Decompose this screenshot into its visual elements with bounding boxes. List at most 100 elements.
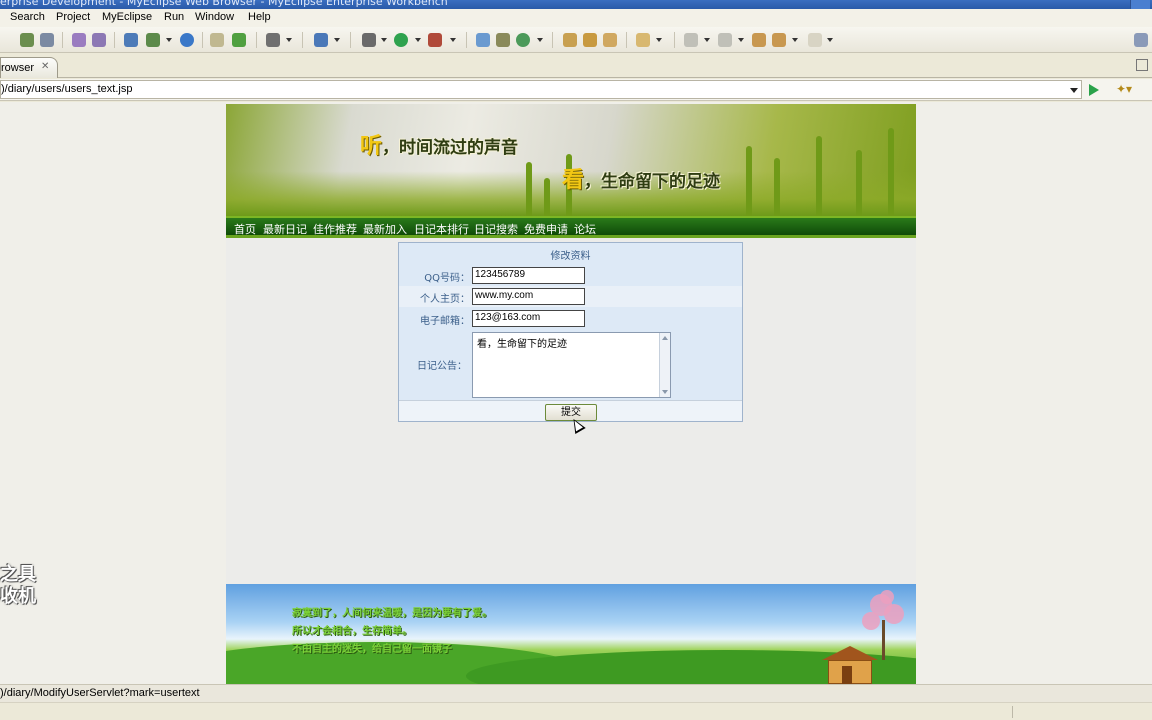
url-input[interactable]: )/diary/users/users_text.jsp bbox=[0, 80, 1082, 99]
menu-search[interactable]: Search bbox=[10, 11, 45, 23]
external-tools-icon[interactable] bbox=[428, 33, 442, 47]
menu-myeclipse[interactable]: MyEclipse bbox=[102, 11, 152, 23]
toolbar-separator bbox=[466, 32, 467, 48]
scroll-up-icon[interactable] bbox=[662, 336, 668, 340]
star-icon[interactable]: ✦▾ bbox=[1116, 82, 1132, 96]
house-decoration bbox=[822, 646, 878, 684]
toolbar-separator bbox=[350, 32, 351, 48]
close-icon[interactable]: ✕ bbox=[41, 61, 49, 72]
next-annotation-icon[interactable] bbox=[684, 33, 698, 47]
chevron-down-icon[interactable] bbox=[415, 38, 421, 42]
chevron-down-icon[interactable] bbox=[827, 38, 833, 42]
main-toolbar bbox=[0, 27, 1152, 53]
debug-icon[interactable] bbox=[20, 33, 34, 47]
open-type-icon[interactable] bbox=[563, 33, 577, 47]
menu-run[interactable]: Run bbox=[164, 11, 184, 23]
notice-textarea[interactable]: 看，生命留下的足迹 bbox=[472, 332, 671, 398]
blossom-decoration bbox=[880, 590, 894, 604]
prev-annotation-icon[interactable] bbox=[718, 33, 732, 47]
chevron-down-icon[interactable] bbox=[1070, 88, 1078, 93]
back-icon[interactable] bbox=[772, 33, 786, 47]
blossom-decoration bbox=[862, 612, 880, 630]
nav-diary-search[interactable]: 日记搜索 bbox=[474, 221, 518, 237]
homepage-label: 个人主页： bbox=[420, 294, 470, 305]
chevron-down-icon[interactable] bbox=[738, 38, 744, 42]
tree-trunk bbox=[882, 620, 885, 660]
search-icon[interactable] bbox=[603, 33, 617, 47]
status-segment bbox=[1012, 706, 1152, 718]
house-door bbox=[842, 666, 852, 684]
grass-decoration bbox=[746, 146, 752, 216]
chevron-down-icon[interactable] bbox=[286, 38, 292, 42]
page-background-right bbox=[916, 102, 1152, 684]
status-text: )/diary/ModifyUserServlet?mark=usertext bbox=[0, 687, 200, 699]
slogan-char: 看 bbox=[562, 168, 585, 193]
globe-icon[interactable] bbox=[180, 33, 194, 47]
menu-help[interactable]: Help bbox=[248, 11, 271, 23]
site-nav: 首页 最新日记 佳作推荐 最新加入 日记本排行 日记搜索 免费申请 论坛 bbox=[226, 216, 916, 238]
grass-decoration bbox=[774, 158, 780, 216]
bug-icon[interactable] bbox=[362, 33, 376, 47]
monitor-icon[interactable] bbox=[266, 33, 280, 47]
nav-recommended[interactable]: 佳作推荐 bbox=[313, 221, 357, 237]
submit-button[interactable]: 提交 bbox=[545, 404, 597, 421]
menu-window[interactable]: Window bbox=[195, 11, 234, 23]
maximize-icon[interactable] bbox=[1136, 59, 1148, 71]
browser-viewport: 听，时间流过的声音 看，生命留下的足迹 首页 最新日记 佳作推荐 最新加入 日记… bbox=[0, 102, 1152, 684]
chevron-down-icon[interactable] bbox=[450, 38, 456, 42]
open-folder-icon[interactable] bbox=[210, 33, 224, 47]
menu-bar: Search Project MyEclipse Run Window Help bbox=[0, 9, 1152, 27]
email-input[interactable]: 123@163.com bbox=[472, 310, 585, 327]
refresh-icon[interactable] bbox=[516, 33, 530, 47]
perspective-icon[interactable] bbox=[1134, 33, 1148, 47]
chevron-down-icon[interactable] bbox=[334, 38, 340, 42]
chevron-down-icon[interactable] bbox=[704, 38, 710, 42]
server-icon[interactable] bbox=[40, 33, 54, 47]
email-row: 电子邮箱： 123@163.com bbox=[399, 308, 742, 329]
folder-icon[interactable] bbox=[636, 33, 650, 47]
chevron-down-icon[interactable] bbox=[537, 38, 543, 42]
toolbar-separator bbox=[302, 32, 303, 48]
wizard2-icon[interactable] bbox=[92, 33, 106, 47]
toolbar-separator bbox=[626, 32, 627, 48]
window-titlebar: erprise Development - MyEclipse Web Brow… bbox=[0, 0, 1152, 9]
site-footer: 寂寞到了，人间何来温暖，是因为要有了爱。 所以才会相合，生存简单。 不由自主的迷… bbox=[226, 584, 916, 684]
menu-project[interactable]: Project bbox=[56, 11, 90, 23]
package-icon[interactable] bbox=[496, 33, 510, 47]
add-icon[interactable] bbox=[232, 33, 246, 47]
scroll-down-icon[interactable] bbox=[662, 390, 668, 394]
chevron-down-icon[interactable] bbox=[792, 38, 798, 42]
nav-latest-diary[interactable]: 最新日记 bbox=[263, 221, 307, 237]
last-edit-icon[interactable] bbox=[752, 33, 766, 47]
forward-icon[interactable] bbox=[808, 33, 822, 47]
report-icon[interactable] bbox=[314, 33, 328, 47]
homepage-row: 个人主页： www.my.com bbox=[399, 286, 742, 307]
toolbar-separator bbox=[62, 32, 63, 48]
new-server-icon[interactable] bbox=[146, 33, 160, 47]
toolbar-separator bbox=[202, 32, 203, 48]
maximize-button[interactable] bbox=[1130, 0, 1150, 9]
textarea-scrollbar[interactable] bbox=[659, 333, 670, 397]
edit-icon[interactable] bbox=[583, 33, 597, 47]
chevron-down-icon[interactable] bbox=[381, 38, 387, 42]
nav-home[interactable]: 首页 bbox=[234, 221, 256, 237]
nav-newest-members[interactable]: 最新加入 bbox=[363, 221, 407, 237]
nav-forum[interactable]: 论坛 bbox=[574, 221, 596, 237]
wizard-icon[interactable] bbox=[72, 33, 86, 47]
tab-web-browser[interactable]: rowser ✕ bbox=[0, 57, 58, 78]
window-title: erprise Development - MyEclipse Web Brow… bbox=[0, 0, 448, 8]
toolbar-separator bbox=[552, 32, 553, 48]
web-page: 听，时间流过的声音 看，生命留下的足迹 首页 最新日记 佳作推荐 最新加入 日记… bbox=[226, 104, 916, 684]
chevron-down-icon[interactable] bbox=[656, 38, 662, 42]
nav-ranking[interactable]: 日记本排行 bbox=[414, 221, 469, 237]
chevron-down-icon[interactable] bbox=[166, 38, 172, 42]
run-icon[interactable] bbox=[394, 33, 408, 47]
new-class-icon[interactable] bbox=[476, 33, 490, 47]
deploy-icon[interactable] bbox=[124, 33, 138, 47]
homepage-input[interactable]: www.my.com bbox=[472, 288, 585, 305]
go-icon[interactable] bbox=[1089, 84, 1099, 96]
banner-slogan-1: 听，时间流过的声音 bbox=[360, 128, 518, 160]
qq-input[interactable]: 123456789 bbox=[472, 267, 585, 284]
watermark-line: 收机 bbox=[0, 586, 36, 607]
nav-free-signup[interactable]: 免费申请 bbox=[524, 221, 568, 237]
